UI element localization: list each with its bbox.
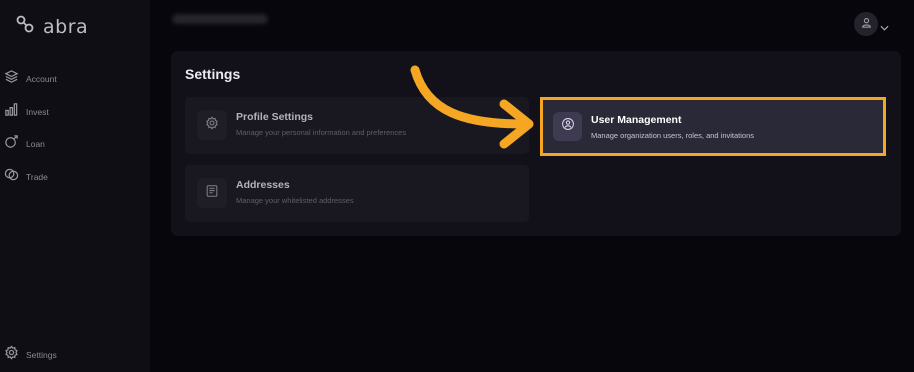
card-icon-tile [197,178,227,208]
sidebar-item-account[interactable]: Account [4,63,57,96]
address-book-icon [205,184,219,203]
profile-settings-card[interactable]: Profile Settings Manage your personal in… [185,97,529,154]
sidebar-item-label: Settings [26,350,57,360]
card-description: Manage your personal information and pre… [236,128,407,137]
card-title: Profile Settings [236,111,314,123]
page-title: Settings [185,66,241,82]
invest-chart-icon [4,102,19,122]
card-description: Manage organization users, roles, and in… [591,131,755,140]
account-icon [4,69,19,89]
sidebar-item-label: Trade [26,171,48,182]
sidebar-item-invest[interactable]: Invest [4,96,57,129]
avatar[interactable] [854,12,878,36]
gear-icon [4,345,19,365]
user-management-card[interactable]: User Management Manage organization user… [540,97,886,156]
sidebar-item-label: Invest [26,106,49,117]
sidebar-item-trade[interactable]: Trade [4,161,57,194]
card-icon-tile [553,112,582,141]
card-title: Addresses [236,179,290,191]
card-description: Manage your whitelisted addresses [236,196,354,205]
gear-icon [205,115,219,135]
trade-icon [4,167,19,187]
sidebar-item-settings[interactable]: Settings [4,345,57,365]
user-menu[interactable] [854,12,889,36]
sidebar: abra Account Invest Loan Trade Settings [0,0,150,372]
blurred-page-header [172,14,268,24]
chevron-down-icon[interactable] [878,13,889,36]
sidebar-item-label: Loan [26,139,45,150]
user-icon [861,15,872,33]
brand-name: abra [43,15,89,38]
sidebar-nav: Account Invest Loan Trade [4,63,57,193]
sidebar-item-label: Account [26,74,57,85]
addresses-card[interactable]: Addresses Manage your whitelisted addres… [185,165,529,222]
card-icon-tile [197,110,227,140]
sidebar-item-loan[interactable]: Loan [4,128,57,161]
user-badge-icon [561,117,575,136]
settings-panel: Settings Profile Settings Manage your pe… [171,51,901,236]
brand-logo[interactable]: abra [15,14,88,39]
card-title: User Management [591,114,682,126]
app-window: abra Account Invest Loan Trade Settings … [0,0,914,372]
abra-logo-icon [15,14,35,39]
loan-icon [4,134,19,154]
